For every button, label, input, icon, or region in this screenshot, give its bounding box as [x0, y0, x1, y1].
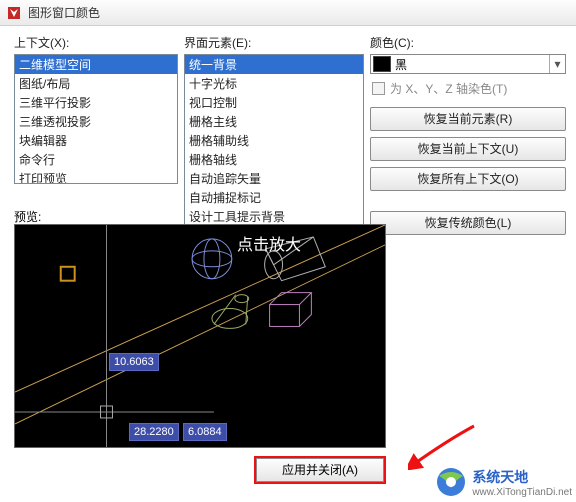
apply-close-button[interactable]: 应用并关闭(A) [256, 458, 384, 482]
restore-all-contexts-button[interactable]: 恢复所有上下文(O) [370, 167, 566, 191]
list-item[interactable]: 命令行 [15, 150, 177, 169]
list-item[interactable]: 三维透视投影 [15, 112, 177, 131]
list-item[interactable]: 栅格辅助线 [185, 131, 363, 150]
list-item[interactable]: 自动捕捉标记 [185, 188, 363, 207]
list-item[interactable]: 二维模型空间 [15, 55, 177, 74]
dim-b: 28.2280 [129, 423, 179, 441]
list-item[interactable]: 视口控制 [185, 93, 363, 112]
dim-a: 10.6063 [109, 353, 159, 371]
list-item[interactable]: 栅格主线 [185, 112, 363, 131]
apply-close-highlight: 应用并关闭(A) [254, 456, 386, 484]
element-label: 界面元素(E): [184, 34, 364, 51]
titlebar: 图形窗口颜色 [0, 0, 576, 26]
watermark: 系统天地 www.XiTongTianDi.net [435, 466, 572, 498]
dim-c: 6.0884 [183, 423, 227, 441]
list-item[interactable]: 栅格轴线 [185, 150, 363, 169]
list-item[interactable]: 块编辑器 [15, 131, 177, 150]
list-item[interactable]: 打印预览 [15, 169, 177, 184]
watermark-line2: www.XiTongTianDi.net [472, 487, 572, 498]
restore-legacy-button[interactable]: 恢复传统颜色(L) [370, 211, 566, 235]
restore-context-button[interactable]: 恢复当前上下文(U) [370, 137, 566, 161]
color-dropdown[interactable]: 黑 ▾ [370, 54, 566, 74]
watermark-icon [435, 466, 467, 498]
restore-element-button[interactable]: 恢复当前元素(R) [370, 107, 566, 131]
context-listbox[interactable]: 二维模型空间图纸/布局三维平行投影三维透视投影块编辑器命令行打印预览 [14, 54, 178, 184]
color-label: 颜色(C): [370, 34, 566, 51]
window-title: 图形窗口颜色 [28, 4, 100, 21]
list-item[interactable]: 十字光标 [185, 74, 363, 93]
element-listbox[interactable]: 统一背景十字光标视口控制栅格主线栅格辅助线栅格轴线自动追踪矢量自动捕捉标记设计工… [184, 54, 364, 228]
preview-label: 预览: [14, 208, 41, 225]
tint-label: 为 X、Y、Z 轴染色(T) [390, 80, 507, 97]
list-item[interactable]: 统一背景 [185, 55, 363, 74]
watermark-line1: 系统天地 [472, 467, 572, 487]
preview-pane[interactable]: 点击放大 10.6063 28.2280 6.0884 [14, 224, 386, 448]
context-label: 上下文(X): [14, 34, 178, 51]
callout-arrow [408, 420, 478, 470]
tint-checkbox[interactable] [372, 82, 385, 95]
preview-svg [15, 225, 385, 448]
color-swatch [373, 56, 391, 72]
tint-checkbox-row[interactable]: 为 X、Y、Z 轴染色(T) [372, 80, 566, 97]
color-name: 黑 [395, 56, 549, 73]
list-item[interactable]: 图纸/布局 [15, 74, 177, 93]
preview-annotation: 点击放大 [237, 231, 301, 255]
app-icon [6, 5, 22, 21]
chevron-down-icon[interactable]: ▾ [549, 55, 565, 73]
list-item[interactable]: 三维平行投影 [15, 93, 177, 112]
list-item[interactable]: 自动追踪矢量 [185, 169, 363, 188]
